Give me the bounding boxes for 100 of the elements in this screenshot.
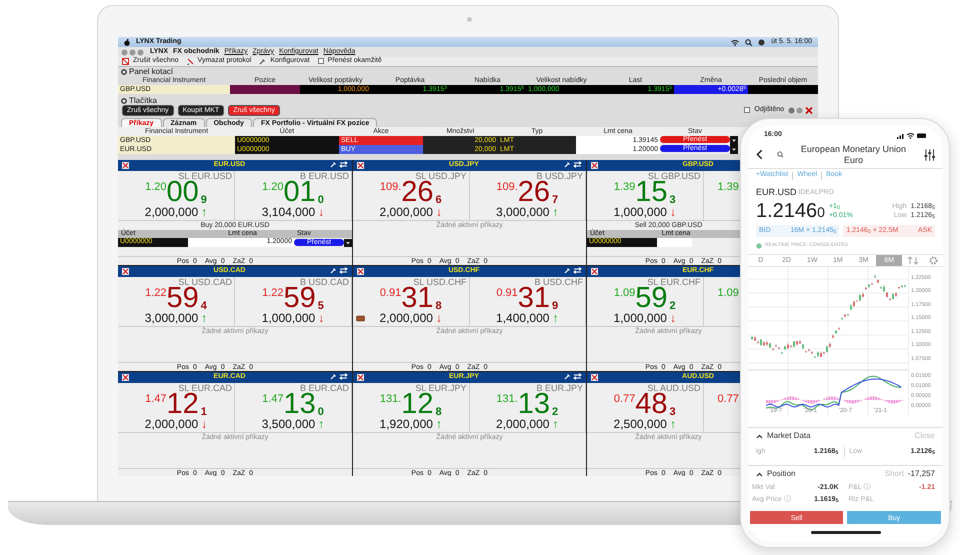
price-prefix: 1.20 xyxy=(145,182,167,193)
price-pips: 12 xyxy=(401,390,434,419)
limit-price-field[interactable] xyxy=(657,238,692,247)
trend-arrow: ↓ xyxy=(436,206,442,219)
price-prefix: 1.09 xyxy=(614,288,636,299)
price-prefix: 1.39 xyxy=(718,182,739,193)
price-digit: 2 xyxy=(552,407,558,418)
checkbox[interactable] xyxy=(744,107,750,114)
tile-icon xyxy=(122,162,129,169)
search-icon xyxy=(776,151,784,158)
quantity: 3,104,000 xyxy=(262,206,316,219)
quote-label: SL EUR.CAD xyxy=(178,383,233,393)
settings-icon xyxy=(928,254,940,266)
price-digit: 7 xyxy=(552,195,558,206)
tile-icon xyxy=(122,374,129,381)
window-controls-icon xyxy=(121,48,145,56)
quantity: 3,500,000 xyxy=(262,418,316,431)
apple-icon xyxy=(124,38,130,46)
trend-arrow: ↓ xyxy=(436,312,442,325)
price-pips: 59 xyxy=(284,284,316,313)
chevron-up-icon xyxy=(756,434,763,438)
price-digit: 2 xyxy=(670,301,676,312)
tile-icon xyxy=(357,374,364,381)
trend-arrow: ↑ xyxy=(201,312,208,325)
quote-label: B USD.JPY xyxy=(536,171,584,181)
camera-icon xyxy=(467,17,472,22)
table-cell xyxy=(748,85,818,94)
status-icons xyxy=(897,132,927,138)
filter-sliders-icon xyxy=(924,148,936,160)
trend-arrow: ↑ xyxy=(318,418,324,431)
symbol-text: EUR.USD xyxy=(756,186,797,199)
trend-arrow: ↑ xyxy=(436,418,442,431)
quantity: 3,000,000 xyxy=(496,206,550,219)
price-digit: 8 xyxy=(436,301,442,312)
quote-label: B EUR.JPY xyxy=(536,383,584,393)
position-cell xyxy=(230,85,300,94)
quote-label: B EUR.CAD xyxy=(300,383,350,393)
quantity: 2,000,000 xyxy=(496,418,550,431)
price-prefix: 0.91 xyxy=(380,288,402,299)
quantity: 2,000,000 xyxy=(144,418,198,431)
price-digit: 9 xyxy=(552,301,558,312)
window-tools-icon xyxy=(788,107,814,114)
tile-icon xyxy=(122,268,129,275)
price-digit: 6 xyxy=(436,195,442,206)
price-prefix: 131. xyxy=(380,394,402,405)
price-digit: 5 xyxy=(318,301,324,312)
trend-arrow: ↑ xyxy=(670,418,676,431)
trend-arrow: ↓ xyxy=(670,312,676,325)
price-pips: 13 xyxy=(518,390,550,419)
quote-label: B USD.CAD xyxy=(300,277,350,287)
price-prefix: 1.20 xyxy=(262,182,284,193)
trend-arrow: ↑ xyxy=(552,206,558,219)
price-digit: 0 xyxy=(318,407,324,418)
quantity: 1,000,000 xyxy=(614,206,667,219)
quantity: 2,000,000 xyxy=(144,206,198,219)
price-digit: 3 xyxy=(670,195,676,206)
quote-label: SL USD.CHF xyxy=(413,277,468,287)
price-digit: 3 xyxy=(670,407,676,418)
trend-arrow: ↓ xyxy=(318,312,324,325)
trend-arrow: ↓ xyxy=(670,206,676,219)
quote-label: SL USD.CAD xyxy=(178,277,233,287)
price-pips: 26 xyxy=(518,178,550,207)
back-icon xyxy=(756,149,763,160)
tile-icon xyxy=(591,374,598,381)
price-digit: 4 xyxy=(200,301,207,312)
tile-icon xyxy=(357,268,364,275)
quantity: 1,400,000 xyxy=(496,312,550,325)
cancel-icon xyxy=(122,58,129,65)
price-pips: 59 xyxy=(635,284,668,313)
chevron-up-icon xyxy=(756,472,763,476)
panel-title: Panel kotací xyxy=(129,66,174,76)
price-pips: 01 xyxy=(284,178,316,207)
quantity: 2,000,000 xyxy=(380,312,433,325)
tile-icon xyxy=(357,162,364,169)
position-amount: -17,257 xyxy=(908,468,935,480)
trend-arrow: ↑ xyxy=(552,418,558,431)
price-prefix: 109. xyxy=(496,182,518,193)
price-prefix: 0.77 xyxy=(718,394,739,405)
sort-icon xyxy=(906,254,920,266)
screen-title: European Monetary Union Euro xyxy=(800,144,907,166)
price-prefix: 1.22 xyxy=(262,288,284,299)
quote-label: SL EUR.CHF xyxy=(647,277,702,287)
caret-icon xyxy=(344,238,352,246)
gear-icon xyxy=(121,68,127,74)
price-prefix: 1.47 xyxy=(145,394,167,405)
price-pips: 12 xyxy=(166,390,199,419)
price-prefix: 1.22 xyxy=(145,288,167,299)
trend-arrow: ↓ xyxy=(201,418,208,431)
price-pips: 26 xyxy=(401,178,434,207)
tile-icon xyxy=(591,162,598,169)
home-indicator xyxy=(810,531,880,534)
trend-arrow: ↓ xyxy=(318,206,324,219)
section-title: Market Data xyxy=(767,430,811,442)
quote-label: SL AUD.USD xyxy=(647,383,702,393)
price-digit: 0 xyxy=(318,195,324,206)
quantity: 1,920,000 xyxy=(380,418,433,431)
position-side: Short xyxy=(884,468,904,480)
price-digit: 1 xyxy=(200,407,207,418)
check-circle-icon xyxy=(756,242,762,248)
checkbox[interactable] xyxy=(318,58,324,64)
